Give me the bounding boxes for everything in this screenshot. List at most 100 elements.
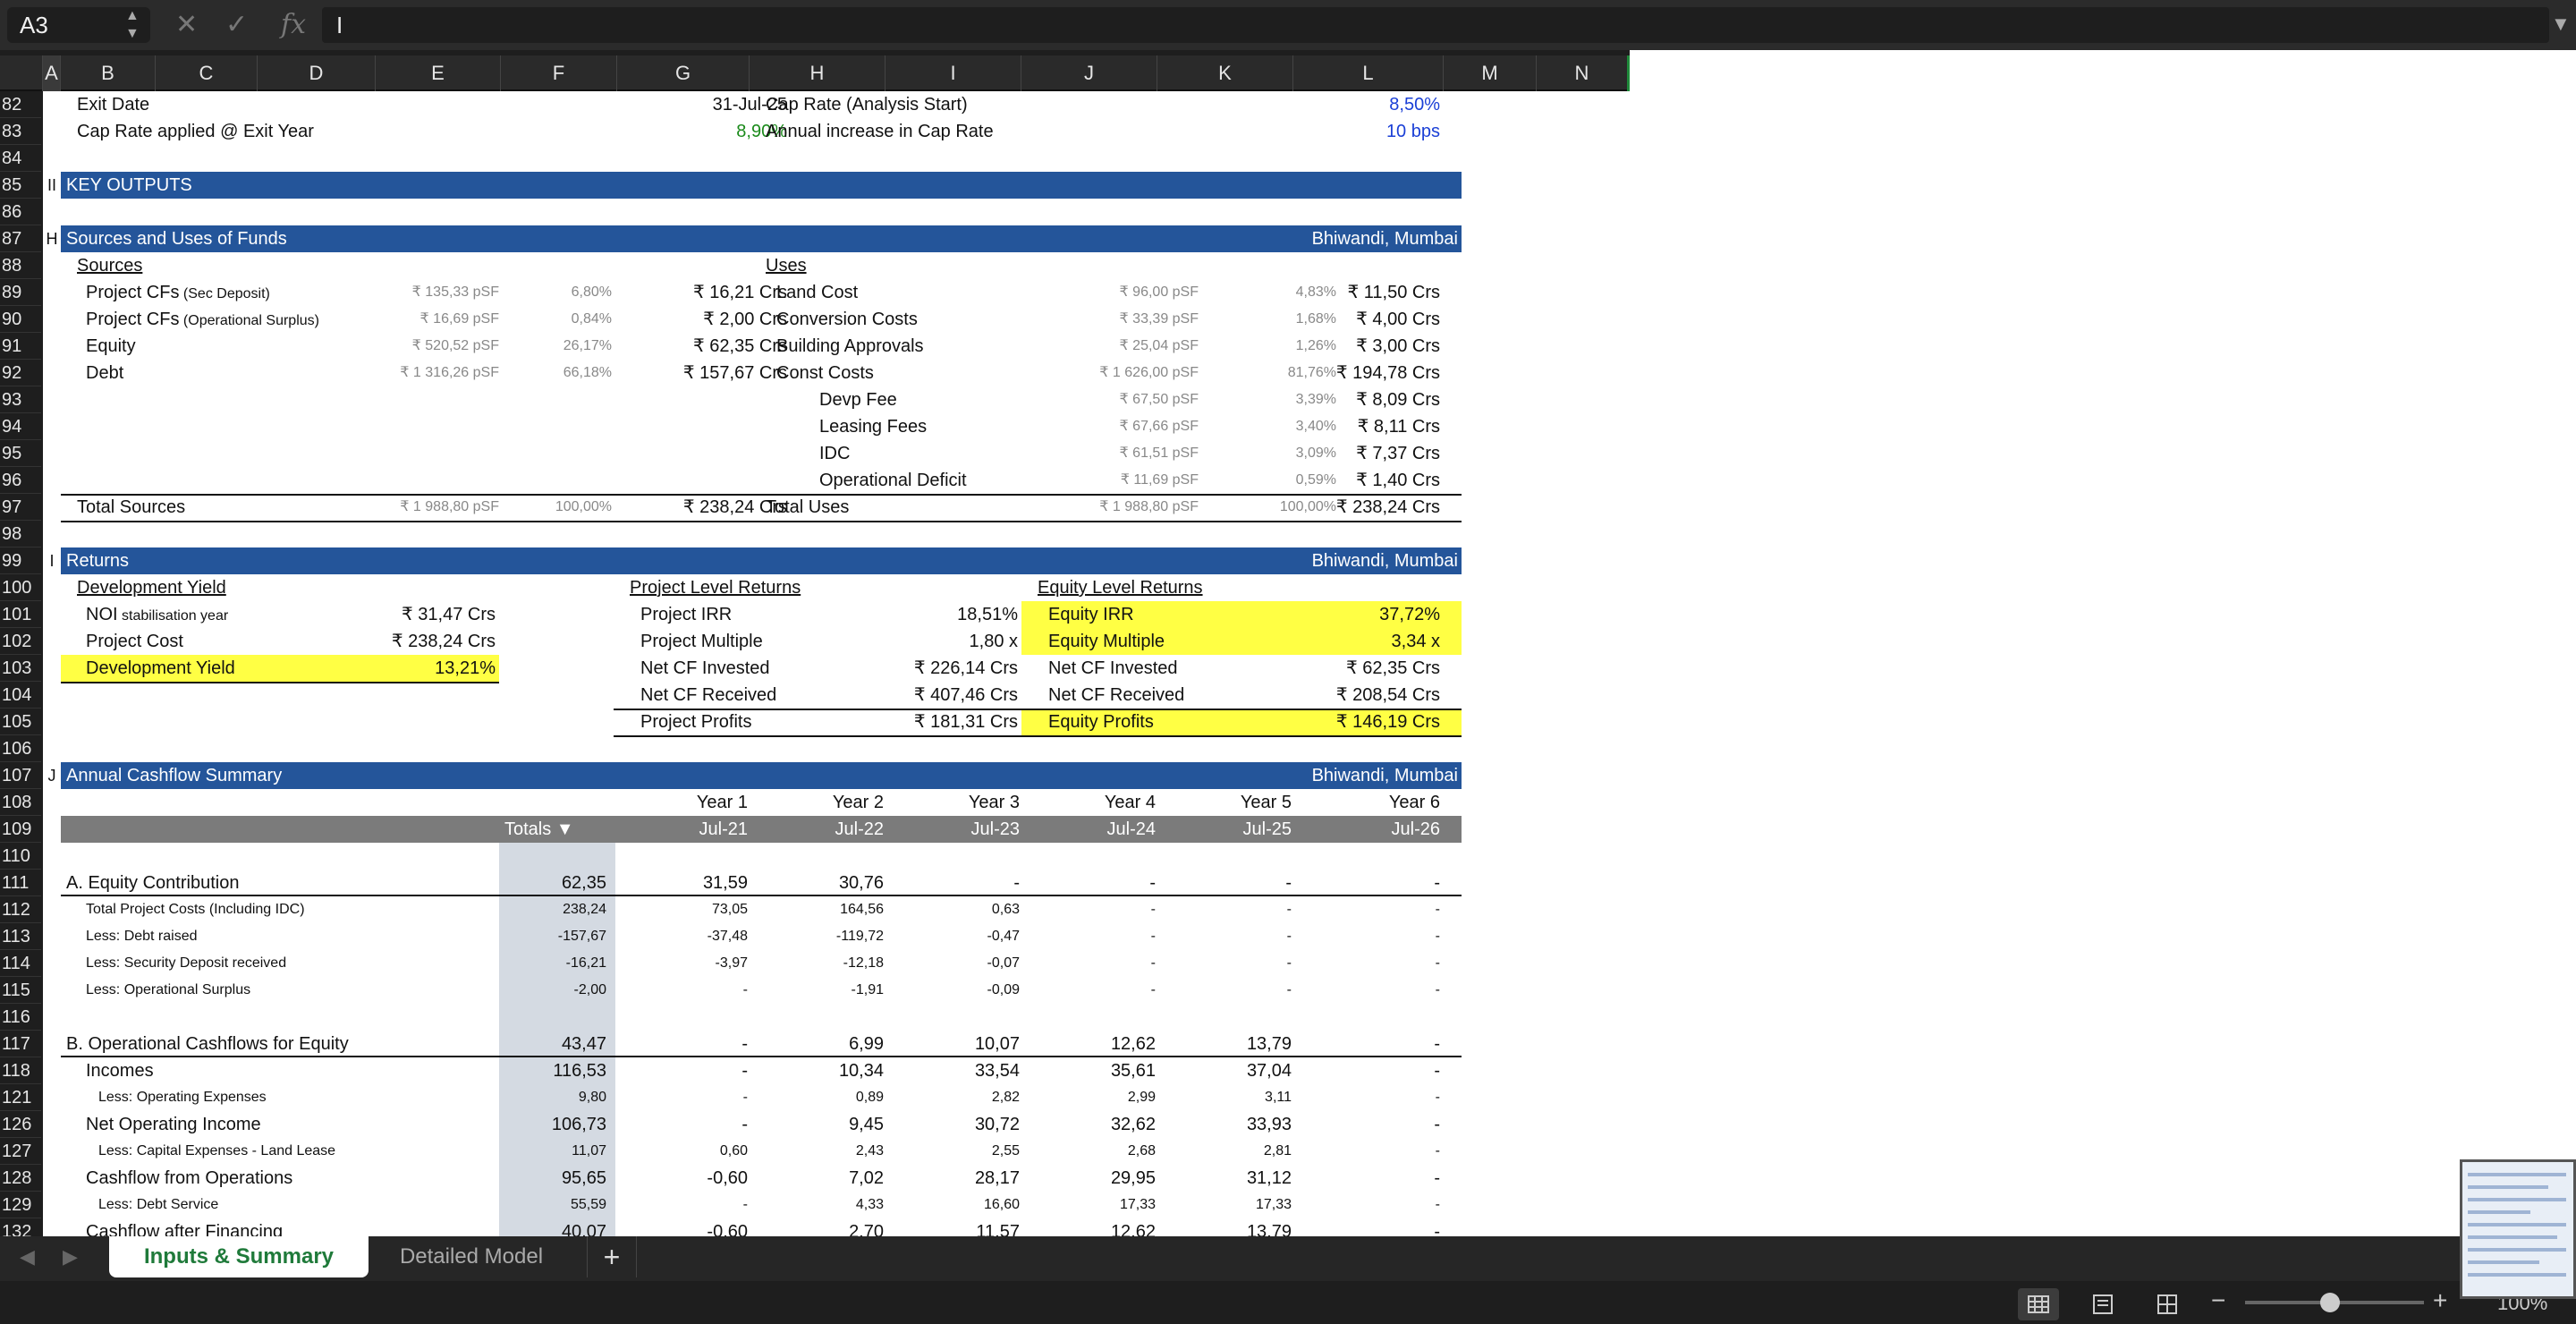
row-header[interactable]: 98: [0, 521, 41, 547]
zoom-in-button[interactable]: +: [2433, 1286, 2447, 1315]
row-header[interactable]: 118: [0, 1057, 41, 1084]
row-header[interactable]: 103: [0, 655, 41, 682]
col-header-a[interactable]: A: [43, 55, 61, 91]
confirm-icon[interactable]: ✓: [225, 7, 248, 43]
cashflow-value: -: [1150, 902, 1156, 917]
row-header[interactable]: 96: [0, 467, 41, 494]
row-header[interactable]: 92: [0, 360, 41, 386]
row-header[interactable]: 101: [0, 601, 41, 628]
row-header[interactable]: 93: [0, 386, 41, 413]
row-header[interactable]: 121: [0, 1084, 41, 1111]
cashflow-label: Cashflow from Operations: [86, 1168, 293, 1188]
select-all-corner[interactable]: [0, 55, 43, 91]
next-sheet-icon[interactable]: ▶: [63, 1245, 78, 1269]
sources-uses-title: Sources and Uses of Funds: [66, 229, 287, 249]
col-header-k[interactable]: K: [1157, 55, 1293, 91]
source-psf: ₹ 520,52 pSF: [411, 338, 499, 353]
name-box-down-icon[interactable]: ▼: [125, 27, 140, 41]
add-sheet-button[interactable]: +: [587, 1236, 637, 1277]
row-header[interactable]: 115: [0, 977, 41, 1004]
formula-input[interactable]: I: [322, 7, 2549, 43]
cashflow-value: -12,18: [843, 955, 884, 971]
cancel-icon[interactable]: ✕: [175, 7, 198, 43]
col-header-h[interactable]: H: [750, 55, 886, 91]
status-bar: − + 100%: [0, 1281, 2576, 1324]
cashflow-value: -: [1285, 873, 1292, 893]
row-header[interactable]: 107: [0, 762, 41, 789]
thumbnail-line: [2468, 1210, 2530, 1214]
col-header-e[interactable]: E: [376, 55, 501, 91]
row-header[interactable]: 116: [0, 1004, 41, 1031]
row-header[interactable]: 126: [0, 1111, 41, 1138]
cashflow-value: 29,95: [1110, 1168, 1156, 1188]
use-name: Land Cost: [776, 283, 859, 302]
row-header[interactable]: 95: [0, 440, 41, 467]
row-header[interactable]: 106: [0, 735, 41, 762]
row-header[interactable]: 104: [0, 682, 41, 709]
col-header-f[interactable]: F: [501, 55, 617, 91]
row-header[interactable]: 97: [0, 494, 41, 521]
use-name: Building Approvals: [776, 336, 924, 356]
sheet-grid[interactable]: Exit Date 31-Jul-25 Cap Rate (Analysis S…: [43, 91, 1630, 1236]
zoom-out-button[interactable]: −: [2211, 1286, 2225, 1315]
row-header[interactable]: 105: [0, 709, 41, 735]
row-header[interactable]: 83: [0, 118, 41, 145]
row-header[interactable]: 84: [0, 145, 41, 172]
totals-filter-header[interactable]: Totals ▼: [504, 816, 574, 843]
function-icon[interactable]: fx: [281, 7, 306, 43]
cashflow-value: 31,12: [1246, 1168, 1292, 1188]
row-header[interactable]: 109: [0, 816, 41, 843]
cashflow-value: -: [1286, 982, 1292, 997]
row-header[interactable]: 85: [0, 172, 41, 199]
dev-value: 13,21%: [435, 658, 496, 678]
row-header[interactable]: 117: [0, 1031, 41, 1057]
col-header-n[interactable]: N: [1537, 55, 1630, 91]
zoom-slider-handle[interactable]: [2320, 1293, 2340, 1312]
row-header[interactable]: 99: [0, 547, 41, 574]
date-label: Jul-21: [699, 819, 748, 839]
col-header-d[interactable]: D: [258, 55, 376, 91]
row-header[interactable]: 129: [0, 1192, 41, 1218]
row-header[interactable]: 111: [0, 870, 41, 896]
use-crs: ₹ 4,00 Crs: [1356, 310, 1440, 329]
tab-detailed-model[interactable]: Detailed Model: [369, 1236, 574, 1277]
row-header[interactable]: 127: [0, 1138, 41, 1165]
row-header[interactable]: 94: [0, 413, 41, 440]
row-header[interactable]: 128: [0, 1165, 41, 1192]
formula-expand-icon[interactable]: ▼: [2551, 13, 2571, 36]
proj-value: 1,80 x: [969, 632, 1018, 651]
row-header[interactable]: 113: [0, 923, 41, 950]
col-header-c[interactable]: C: [156, 55, 258, 91]
col-header-i[interactable]: I: [886, 55, 1021, 91]
row-header[interactable]: 112: [0, 896, 41, 923]
normal-view-icon[interactable]: [2018, 1288, 2059, 1320]
use-psf: ₹ 1 626,00 pSF: [1099, 365, 1199, 380]
sheet-thumbnail-preview[interactable]: [2460, 1159, 2576, 1299]
col-header-g[interactable]: G: [617, 55, 750, 91]
name-box-up-icon[interactable]: ▲: [125, 9, 140, 23]
row-header[interactable]: 100: [0, 574, 41, 601]
row-header[interactable]: 90: [0, 306, 41, 333]
column-headers: A B C D E F G H I J K L M N: [0, 55, 1630, 91]
page-layout-icon[interactable]: [2082, 1288, 2123, 1320]
cashflow-value: 13,79: [1246, 1222, 1292, 1236]
prev-sheet-icon[interactable]: ◀: [20, 1245, 35, 1269]
row-header[interactable]: 91: [0, 333, 41, 360]
page-break-icon[interactable]: [2147, 1288, 2188, 1320]
col-header-j[interactable]: J: [1021, 55, 1157, 91]
row-header[interactable]: 88: [0, 252, 41, 279]
row-header[interactable]: 102: [0, 628, 41, 655]
row-header[interactable]: 86: [0, 199, 41, 225]
date-label: Jul-24: [1106, 819, 1156, 839]
tab-inputs-summary[interactable]: Inputs & Summary: [109, 1236, 369, 1277]
row-header[interactable]: 82: [0, 91, 41, 118]
col-header-b[interactable]: B: [61, 55, 156, 91]
col-header-m[interactable]: M: [1444, 55, 1537, 91]
row-header[interactable]: 110: [0, 843, 41, 870]
row-header[interactable]: 87: [0, 225, 41, 252]
row-header[interactable]: 114: [0, 950, 41, 977]
source-psf: ₹ 1 316,26 pSF: [400, 365, 499, 380]
row-header[interactable]: 89: [0, 279, 41, 306]
col-header-l[interactable]: L: [1293, 55, 1444, 91]
row-header[interactable]: 108: [0, 789, 41, 816]
